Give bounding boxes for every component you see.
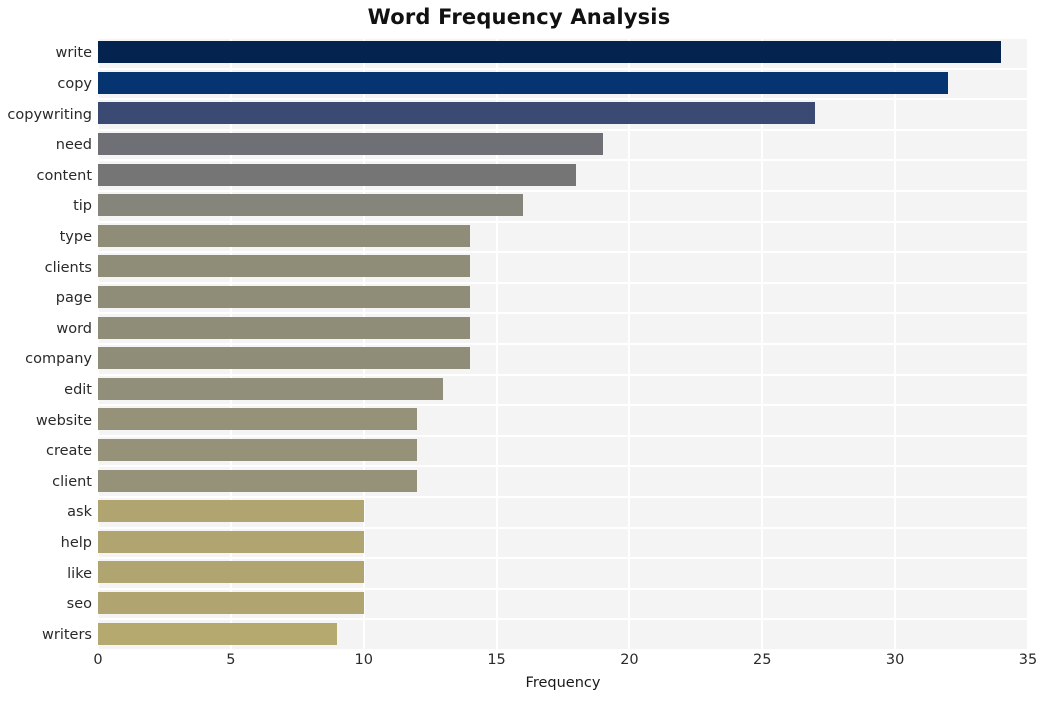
- bar[interactable]: [98, 41, 1002, 64]
- bar[interactable]: [98, 133, 603, 156]
- y-axis-tick-label: copywriting: [7, 106, 92, 123]
- y-axis-tick-label: type: [59, 228, 92, 245]
- bar[interactable]: [98, 163, 577, 186]
- bar[interactable]: [98, 224, 470, 247]
- bar[interactable]: [98, 347, 470, 370]
- bar[interactable]: [98, 408, 417, 431]
- y-axis-tick-label: edit: [64, 381, 92, 398]
- y-axis-tick-labels: write copy copywriting need content tip type cl…: [0, 38, 92, 650]
- y-axis-tick-label: company: [25, 351, 92, 368]
- bar-row: [98, 222, 1028, 251]
- bar-row: [98, 375, 1028, 404]
- bar-row: [98, 619, 1028, 648]
- bar[interactable]: [98, 377, 444, 400]
- x-axis-tick-label: 10: [354, 652, 373, 668]
- bar[interactable]: [98, 71, 949, 94]
- x-axis-tick-label: 0: [93, 652, 103, 668]
- bar-row: [98, 252, 1028, 281]
- bar-row: [98, 466, 1028, 495]
- bar-row: [98, 497, 1028, 526]
- y-axis-tick-label: word: [56, 320, 92, 337]
- bar-row: [98, 99, 1028, 128]
- bar[interactable]: [98, 561, 364, 584]
- x-axis-tick-label: 25: [753, 652, 772, 668]
- y-axis-tick-label: like: [67, 565, 92, 582]
- gridline-horizontal: [98, 649, 1028, 650]
- bar-row: [98, 69, 1028, 98]
- x-axis-tick-label: 30: [885, 652, 905, 668]
- x-axis-tick-label: 15: [487, 652, 506, 668]
- y-axis-tick-label: tip: [73, 198, 92, 215]
- bar[interactable]: [98, 439, 417, 462]
- bar[interactable]: [98, 500, 364, 523]
- y-axis-tick-label: help: [60, 534, 92, 551]
- y-axis-tick-label: seo: [66, 596, 92, 613]
- bar[interactable]: [98, 592, 364, 615]
- x-axis-tick-label: 35: [1018, 652, 1038, 668]
- y-axis-tick-label: website: [35, 412, 92, 429]
- bar-row: [98, 130, 1028, 159]
- chart-title: Word Frequency Analysis: [367, 5, 671, 29]
- y-axis-tick-label: content: [36, 167, 92, 184]
- bar-row: [98, 405, 1028, 434]
- bar[interactable]: [98, 286, 470, 309]
- bar[interactable]: [98, 316, 470, 339]
- y-axis-tick-label: need: [55, 137, 92, 154]
- y-axis-tick-label: create: [45, 443, 92, 460]
- bar[interactable]: [98, 622, 338, 645]
- y-axis-tick-label: copy: [57, 75, 92, 92]
- bar-row: [98, 436, 1028, 465]
- y-axis-tick-label: clients: [44, 259, 92, 276]
- chart-figure: Word Frequency Analysis write copy copywri…: [0, 0, 1038, 701]
- bar-row: [98, 344, 1028, 373]
- bar-row: [98, 589, 1028, 618]
- bar[interactable]: [98, 469, 417, 492]
- bar[interactable]: [98, 255, 470, 278]
- bar-row: [98, 558, 1028, 587]
- bar-row: [98, 528, 1028, 557]
- x-axis-title: Frequency: [525, 675, 601, 691]
- y-axis-tick-label: ask: [67, 504, 92, 521]
- bar-row: [98, 38, 1028, 67]
- y-axis-tick-label: page: [55, 290, 92, 307]
- y-axis-tick-label: writers: [42, 626, 92, 643]
- bar-row: [98, 313, 1028, 342]
- bar[interactable]: [98, 102, 816, 125]
- bar[interactable]: [98, 194, 524, 217]
- y-axis-tick-label: write: [55, 45, 92, 62]
- x-axis-tick-labels: 0 5 10 15 20 25 30 35: [0, 652, 1038, 676]
- x-axis-tick-label: 5: [226, 652, 236, 668]
- bar[interactable]: [98, 530, 364, 553]
- y-axis-tick-label: client: [52, 473, 92, 490]
- bar-row: [98, 283, 1028, 312]
- bar-row: [98, 191, 1028, 220]
- plot-area: [98, 38, 1028, 650]
- x-axis-tick-label: 20: [620, 652, 639, 668]
- bar-row: [98, 160, 1028, 189]
